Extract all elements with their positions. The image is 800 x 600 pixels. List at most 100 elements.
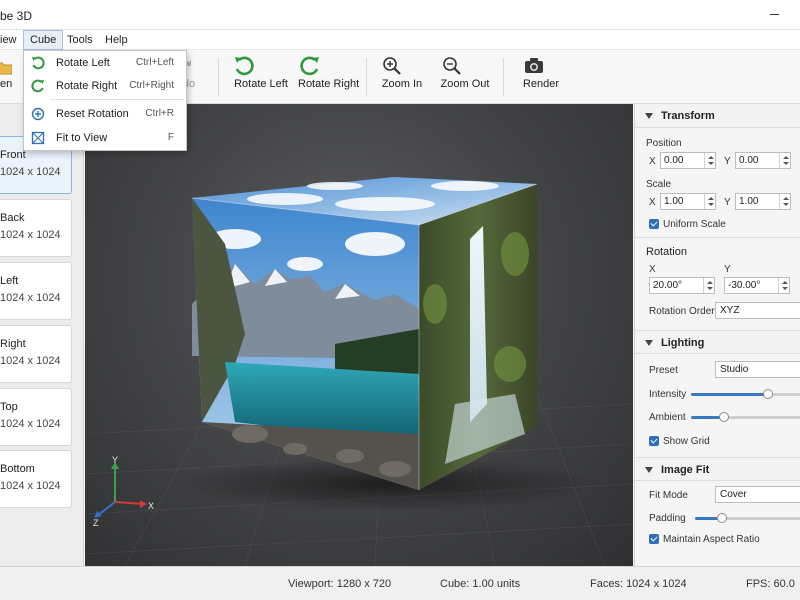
faces-sidebar: Front 1024 x 1024 Back 1024 x 1024 Left … <box>0 104 84 566</box>
transform-section-header[interactable]: Transform <box>635 104 800 128</box>
intensity-slider-knob[interactable] <box>763 389 773 399</box>
position-y-label: Y <box>724 156 731 167</box>
rotate-left-label: Rotate Left <box>234 78 288 90</box>
rotate-right-icon <box>30 78 46 94</box>
z-axis-label: Z <box>93 518 99 528</box>
rotate-right-label: Rotate Right <box>298 78 360 90</box>
scale-y-input[interactable]: 1.00 <box>735 193 791 210</box>
open-button[interactable]: en <box>0 54 12 100</box>
zoom-out-button[interactable]: Zoom Out <box>440 54 490 100</box>
ambient-slider-knob[interactable] <box>719 412 729 422</box>
lighting-section-header[interactable]: Lighting <box>635 330 800 354</box>
open-label: en <box>0 78 13 90</box>
zoom-in-button[interactable]: Zoom In <box>380 54 424 100</box>
position-x-input[interactable]: 0.00 <box>660 152 716 169</box>
rotation-x-input[interactable]: 20.00° <box>649 277 715 294</box>
zoom-out-icon <box>440 54 490 78</box>
status-viewport: Viewport: 1280 x 720 <box>288 578 392 590</box>
rotation-x-label: X <box>649 264 656 275</box>
lighting-preset-select[interactable]: Studio <box>715 361 800 378</box>
show-grid-label: Show Grid <box>663 436 710 447</box>
face-size: 1024 x 1024 <box>0 166 61 178</box>
face-item-right[interactable]: Right 1024 x 1024 <box>0 325 72 383</box>
section-title: Image Fit <box>661 464 710 476</box>
fit-mode-select[interactable]: Cover <box>715 486 800 503</box>
face-item-back[interactable]: Back 1024 x 1024 <box>0 199 72 257</box>
uniform-scale-checkbox[interactable] <box>649 219 659 229</box>
menu-item-rotate-right[interactable]: Rotate Right Ctrl+Right <box>24 75 186 97</box>
cube-render <box>85 177 633 566</box>
rotation-order-select[interactable]: XYZ <box>715 302 800 319</box>
section-title: Lighting <box>661 337 705 349</box>
maintain-aspect-label: Maintain Aspect Ratio <box>663 534 760 545</box>
zoom-in-label: Zoom In <box>381 78 423 90</box>
status-faces: Faces: 1024 x 1024 <box>590 578 687 590</box>
rotate-left-icon <box>30 55 46 71</box>
position-y-input[interactable]: 0.00 <box>735 152 791 169</box>
spin-arrows-icon[interactable] <box>778 278 789 293</box>
scale-x-input[interactable]: 1.00 <box>660 193 716 210</box>
cube-menu-dropdown: Rotate Left Ctrl+Left Rotate Right Ctrl+… <box>23 50 187 151</box>
face-name: Bottom <box>0 463 35 475</box>
zoom-in-icon <box>380 54 424 78</box>
image-fit-section-header[interactable]: Image Fit <box>635 457 800 481</box>
menu-item-rotate-left[interactable]: Rotate Left Ctrl+Left <box>24 52 186 74</box>
status-cube: Cube: 1.00 units <box>440 578 521 590</box>
toolbar-separator <box>503 58 504 96</box>
ambient-label: Ambient <box>649 412 686 423</box>
rotate-right-icon <box>298 54 358 78</box>
padding-slider[interactable] <box>695 513 800 523</box>
menu-item-shortcut: Ctrl+Left <box>135 57 174 68</box>
scale-x-label: X <box>649 197 656 208</box>
camera-icon <box>522 54 560 78</box>
menu-item-label: Rotate Left <box>56 57 110 69</box>
collapse-triangle-icon <box>645 113 653 119</box>
menu-help[interactable]: Help <box>105 30 128 50</box>
face-size: 1024 x 1024 <box>0 418 61 430</box>
menu-tools[interactable]: Tools <box>67 30 93 50</box>
render-button[interactable]: Render <box>522 54 560 100</box>
face-item-left[interactable]: Left 1024 x 1024 <box>0 262 72 320</box>
intensity-slider[interactable] <box>691 389 800 399</box>
rotation-order-label: Rotation Order <box>649 306 715 317</box>
spin-arrows-icon[interactable] <box>703 278 714 293</box>
face-item-bottom[interactable]: Bottom 1024 x 1024 <box>0 450 72 508</box>
menu-separator <box>50 99 184 100</box>
rotate-left-button[interactable]: Rotate Left <box>232 54 290 100</box>
position-x-label: X <box>649 156 656 167</box>
spin-arrows-icon[interactable] <box>779 153 790 168</box>
fit-to-view-icon <box>30 130 46 146</box>
rotate-right-button[interactable]: Rotate Right <box>298 54 360 100</box>
scale-x-value: 1.00 <box>664 196 684 207</box>
spin-arrows-icon[interactable] <box>704 153 715 168</box>
spin-arrows-icon[interactable] <box>704 194 715 209</box>
menu-cube[interactable]: Cube <box>23 30 64 50</box>
rotation-y-label: Y <box>724 264 731 275</box>
preset-label: Preset <box>649 365 678 376</box>
face-name: Front <box>0 149 26 161</box>
menu-item-reset-rotation[interactable]: Reset Rotation Ctrl+R <box>24 103 186 125</box>
rotation-y-input[interactable]: -30.00° <box>724 277 790 294</box>
x-axis-line <box>114 501 144 505</box>
face-item-top[interactable]: Top 1024 x 1024 <box>0 388 72 446</box>
menu-item-fit-to-view[interactable]: Fit to View F <box>24 127 186 149</box>
status-bar: Viewport: 1280 x 720 Cube: 1.00 units Fa… <box>0 566 800 600</box>
scale-label: Scale <box>646 179 672 190</box>
face-name: Top <box>0 401 18 413</box>
divider <box>635 237 800 238</box>
spin-arrows-icon[interactable] <box>779 194 790 209</box>
fit-mode-label: Fit Mode <box>649 490 688 501</box>
position-y-value: 0.00 <box>739 155 759 166</box>
menu-bar: iew Cube Tools Help <box>0 30 800 50</box>
maintain-aspect-checkbox[interactable] <box>649 534 659 544</box>
show-grid-checkbox[interactable] <box>649 436 659 446</box>
padding-slider-knob[interactable] <box>716 513 727 523</box>
menu-view[interactable]: iew <box>0 30 17 50</box>
face-size: 1024 x 1024 <box>0 480 61 492</box>
face-size: 1024 x 1024 <box>0 229 61 241</box>
minimize-button[interactable] <box>770 14 779 15</box>
3d-viewport[interactable]: Y X Z <box>85 104 633 566</box>
ambient-slider[interactable] <box>691 412 800 422</box>
zoom-out-label: Zoom Out <box>440 78 490 90</box>
rotation-y-value: -30.00° <box>728 280 761 291</box>
